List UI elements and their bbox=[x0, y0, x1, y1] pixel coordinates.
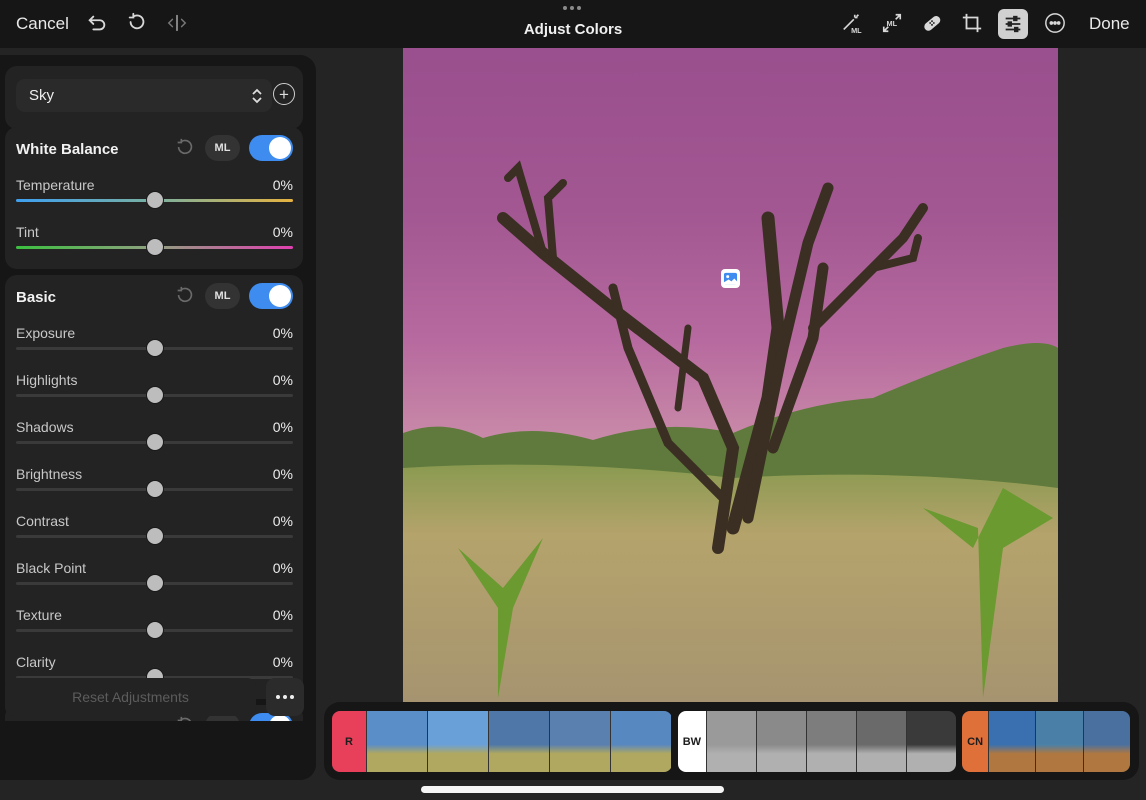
filter-thumbnail[interactable] bbox=[905, 711, 956, 772]
filter-strip[interactable]: R BW CN bbox=[324, 702, 1139, 780]
chevron-up-down-icon bbox=[252, 88, 262, 104]
toggle-knob bbox=[269, 285, 291, 307]
slider-label: Temperature bbox=[16, 177, 95, 193]
slider-label: Exposure bbox=[16, 325, 76, 341]
slider-label: Shadows bbox=[16, 419, 74, 435]
done-button[interactable]: Done bbox=[1089, 14, 1130, 34]
mask-select-value: Sky bbox=[29, 87, 55, 104]
filter-thumbnail[interactable] bbox=[705, 711, 756, 772]
more-menu-button[interactable] bbox=[266, 678, 304, 716]
filter-thumbnail[interactable] bbox=[488, 711, 549, 772]
slider-thumb[interactable] bbox=[145, 339, 164, 357]
footer-backdrop bbox=[0, 721, 316, 780]
basic-toggle[interactable] bbox=[249, 283, 293, 309]
ml-auto-button[interactable]: ML bbox=[205, 135, 240, 161]
filter-thumbnail[interactable] bbox=[427, 711, 488, 772]
filter-thumbnail[interactable] bbox=[855, 711, 906, 772]
photo-scene bbox=[403, 160, 1058, 702]
slider-label: Tint bbox=[16, 224, 39, 240]
slider-value: 0% bbox=[272, 654, 293, 670]
filter-group-bw[interactable]: BW bbox=[678, 711, 956, 772]
filter-thumbnail[interactable] bbox=[1035, 711, 1083, 772]
slider-tint[interactable]: Tint 0% bbox=[16, 224, 293, 271]
section-title: White Balance bbox=[16, 141, 119, 158]
filter-group-cn[interactable]: CN bbox=[962, 711, 1130, 772]
slider-brightness[interactable]: Brightness 0% bbox=[16, 466, 293, 513]
filter-group-tag: R bbox=[332, 711, 366, 772]
filter-group-r[interactable]: R bbox=[332, 711, 672, 772]
toggle-knob bbox=[269, 137, 291, 159]
slider-thumb[interactable] bbox=[145, 191, 164, 209]
slider-label: Contrast bbox=[16, 513, 69, 529]
section-title: Basic bbox=[16, 289, 57, 306]
filter-group-tag: BW bbox=[678, 711, 706, 772]
slider-value: 0% bbox=[272, 466, 293, 482]
healing-bandage-icon[interactable] bbox=[920, 11, 944, 35]
svg-text:ML: ML bbox=[851, 26, 862, 34]
mask-pin-image-icon[interactable] bbox=[721, 269, 740, 288]
home-indicator[interactable] bbox=[421, 786, 724, 793]
slider-label: Highlights bbox=[16, 372, 78, 388]
slider-value: 0% bbox=[272, 419, 293, 435]
slider-thumb[interactable] bbox=[145, 238, 164, 256]
adjustments-panel: Sky + White Balance ML Temperature 0% Ti… bbox=[0, 55, 316, 780]
slider-value: 0% bbox=[272, 177, 293, 193]
slider-label: Brightness bbox=[16, 466, 83, 482]
drag-handle-dots[interactable] bbox=[563, 6, 581, 10]
slider-value: 0% bbox=[272, 224, 293, 240]
slider-thumb[interactable] bbox=[145, 527, 164, 545]
slider-label: Black Point bbox=[16, 560, 87, 576]
slider-temperature[interactable]: Temperature 0% bbox=[16, 177, 293, 224]
reset-icon[interactable] bbox=[174, 137, 196, 159]
slider-contrast[interactable]: Contrast 0% bbox=[16, 513, 293, 560]
white-balance-section: White Balance ML Temperature 0% Tint 0% bbox=[5, 127, 303, 269]
slider-label: Texture bbox=[16, 607, 62, 623]
slider-thumb[interactable] bbox=[145, 480, 164, 498]
more-options-icon[interactable] bbox=[1043, 11, 1067, 35]
slider-value: 0% bbox=[272, 372, 293, 388]
adjust-sliders-icon[interactable] bbox=[998, 9, 1028, 39]
top-toolbar: Cancel Adjust Colors ML ML Done bbox=[0, 0, 1146, 48]
ml-magic-wand-icon[interactable]: ML bbox=[840, 11, 864, 35]
filter-thumbnail[interactable] bbox=[366, 711, 427, 772]
slider-label: Clarity bbox=[16, 654, 56, 670]
mask-select-dropdown[interactable]: Sky bbox=[16, 79, 272, 112]
add-mask-button[interactable]: + bbox=[273, 83, 295, 105]
reset-adjustments-button[interactable]: Reset Adjustments bbox=[5, 678, 256, 716]
ml-auto-button[interactable]: ML bbox=[205, 283, 240, 309]
filter-thumbnail[interactable] bbox=[805, 711, 856, 772]
basic-section: Basic ML Exposure 0% Highlights 0% Shado… bbox=[5, 275, 303, 699]
mask-selector-card: Sky + bbox=[5, 66, 303, 129]
filter-thumbnail[interactable] bbox=[610, 711, 671, 772]
slider-thumb[interactable] bbox=[145, 621, 164, 639]
filter-thumbnail[interactable] bbox=[1082, 711, 1130, 772]
slider-highlights[interactable]: Highlights 0% bbox=[16, 372, 293, 419]
white-balance-toggle[interactable] bbox=[249, 135, 293, 161]
slider-value: 0% bbox=[272, 607, 293, 623]
slider-thumb[interactable] bbox=[145, 433, 164, 451]
reset-icon[interactable] bbox=[174, 285, 196, 307]
svg-text:ML: ML bbox=[887, 19, 898, 28]
slider-value: 0% bbox=[272, 513, 293, 529]
filter-thumbnail[interactable] bbox=[755, 711, 806, 772]
slider-thumb[interactable] bbox=[145, 574, 164, 592]
photo-canvas[interactable] bbox=[403, 48, 1058, 702]
slider-black-point[interactable]: Black Point 0% bbox=[16, 560, 293, 607]
filter-thumbnail[interactable] bbox=[549, 711, 610, 772]
crop-icon[interactable] bbox=[960, 11, 984, 35]
filter-thumbnail[interactable] bbox=[988, 711, 1036, 772]
slider-value: 0% bbox=[272, 325, 293, 341]
filter-group-tag: CN bbox=[962, 711, 989, 772]
slider-value: 0% bbox=[272, 560, 293, 576]
ml-expand-icon[interactable]: ML bbox=[880, 11, 904, 35]
slider-texture[interactable]: Texture 0% bbox=[16, 607, 293, 654]
slider-shadows[interactable]: Shadows 0% bbox=[16, 419, 293, 466]
slider-thumb[interactable] bbox=[145, 386, 164, 404]
slider-exposure[interactable]: Exposure 0% bbox=[16, 325, 293, 372]
